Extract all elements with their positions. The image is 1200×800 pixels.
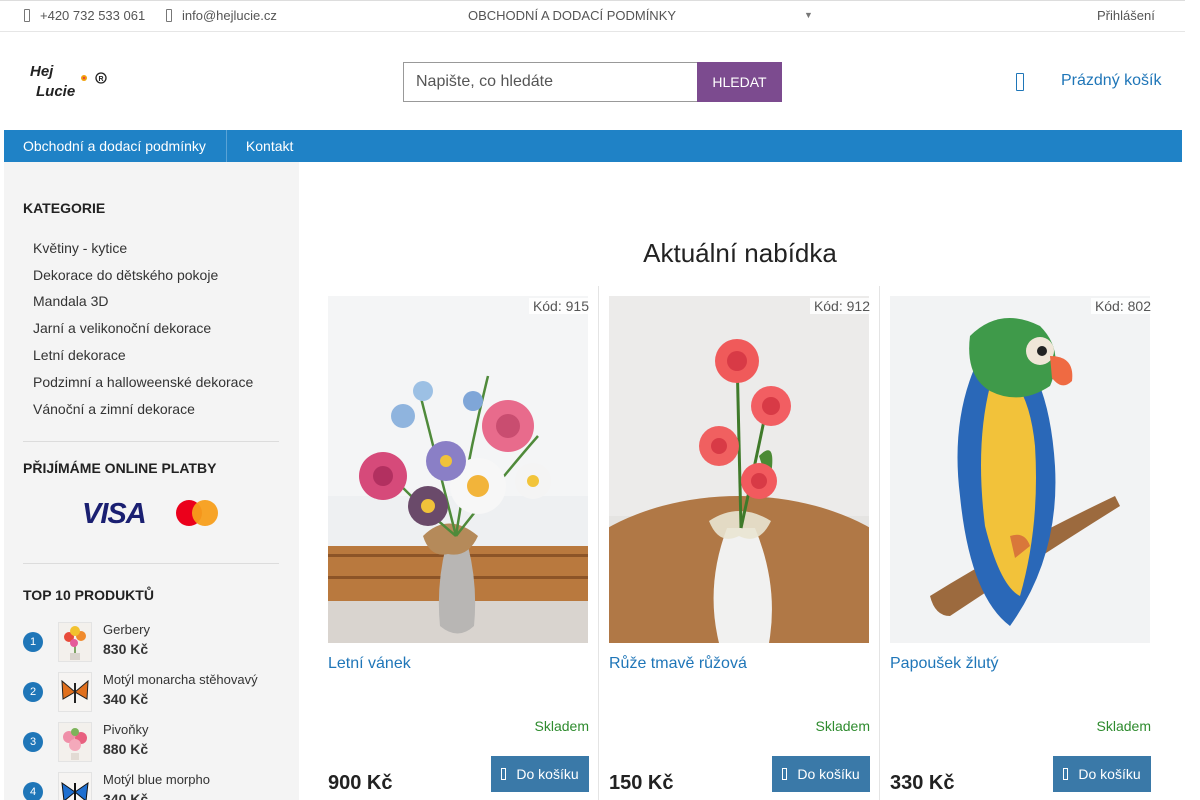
nav-item-terms[interactable]: Obchodní a dodací podmínky <box>4 130 226 162</box>
product-image[interactable] <box>328 296 588 643</box>
product-card: Kód: 915 Letní vánek Skladem 900 Kč Do k… <box>328 296 589 800</box>
category-item[interactable]: Dekorace do dětského pokoje <box>33 267 218 283</box>
product-title[interactable]: Růže tmavě růžová <box>609 655 747 673</box>
phone-link[interactable]: +420 732 533 061 <box>24 8 145 23</box>
chevron-down-icon[interactable]: ▼ <box>804 10 813 20</box>
nav-item-contact[interactable]: Kontakt <box>225 130 313 162</box>
product-thumbnail[interactable] <box>58 722 92 762</box>
rank-badge: 3 <box>23 732 43 752</box>
product-name[interactable]: Motýl monarcha stěhovavý <box>103 672 258 687</box>
mastercard-logo <box>176 500 218 526</box>
product-thumbnail[interactable] <box>58 672 92 712</box>
email-icon <box>166 9 172 22</box>
rank-badge: 4 <box>23 782 43 800</box>
phone-number: +420 732 533 061 <box>40 8 146 23</box>
product-thumbnail[interactable] <box>58 622 92 662</box>
product-name[interactable]: Gerbery <box>103 622 150 637</box>
stock-status: Skladem <box>1096 718 1151 734</box>
product-price: 880 Kč <box>103 741 149 757</box>
visa-logo: VISA <box>82 498 147 530</box>
login-link[interactable]: Přihlášení <box>1097 8 1155 23</box>
cart-icon <box>501 768 507 780</box>
add-to-cart-button[interactable]: Do košíku <box>491 756 589 792</box>
main-nav: Obchodní a dodací podmínky Kontakt <box>4 130 1182 162</box>
cart-link[interactable]: Prázdný košík <box>1061 72 1161 90</box>
column-divider <box>598 286 599 800</box>
top-product-item[interactable]: 3 Pivoňky 880 Kč <box>23 722 283 762</box>
product-thumbnail[interactable] <box>58 772 92 800</box>
stock-status: Skladem <box>815 718 870 734</box>
add-to-cart-label: Do košíku <box>797 766 860 782</box>
product-image[interactable] <box>890 296 1150 643</box>
search-button[interactable]: HLEDAT <box>697 62 782 102</box>
product-price: 340 Kč <box>103 791 149 800</box>
cart-icon <box>782 768 788 780</box>
email-link[interactable]: info@hejlucie.cz <box>166 8 277 23</box>
product-code: Kód: 912 <box>809 298 870 314</box>
top-product-item[interactable]: 4 Motýl blue morpho 340 Kč <box>23 772 283 800</box>
add-to-cart-label: Do košíku <box>1078 766 1141 782</box>
add-to-cart-label: Do košíku <box>516 766 579 782</box>
add-to-cart-button[interactable]: Do košíku <box>1053 756 1151 792</box>
sidebar: KATEGORIE Květiny - kytice Dekorace do d… <box>4 162 299 800</box>
category-item[interactable]: Vánoční a zimní dekorace <box>33 401 195 417</box>
category-item[interactable]: Květiny - kytice <box>33 240 127 256</box>
product-card: Kód: 912 Růže tmavě růžová Skladem 150 K… <box>609 296 870 800</box>
logo-text-2: Lucie <box>36 83 75 100</box>
terms-link[interactable]: OBCHODNÍ A DODACÍ PODMÍNKY <box>468 8 676 23</box>
product-price: 330 Kč <box>890 772 955 794</box>
product-code: Kód: 915 <box>528 298 589 314</box>
rank-badge: 1 <box>23 632 43 652</box>
category-item[interactable]: Letní dekorace <box>33 347 126 363</box>
categories-heading: KATEGORIE <box>23 200 106 216</box>
top-products-heading: TOP 10 PRODUKTŮ <box>23 587 154 603</box>
product-price: 830 Kč <box>103 641 149 657</box>
product-title[interactable]: Papoušek žlutý <box>890 655 999 673</box>
category-item[interactable]: Podzimní a halloweenské dekorace <box>33 374 253 390</box>
add-to-cart-button[interactable]: Do košíku <box>772 756 870 792</box>
site-logo[interactable]: Hej Lucie R <box>30 58 110 102</box>
sidebar-divider <box>23 563 279 564</box>
product-price: 340 Kč <box>103 691 149 707</box>
logo-text-1: Hej <box>30 63 54 80</box>
search-input[interactable] <box>403 62 697 102</box>
product-name[interactable]: Pivoňky <box>103 722 149 737</box>
product-name[interactable]: Motýl blue morpho <box>103 772 210 787</box>
product-card: Kód: 802 Papoušek žlutý Skladem 330 Kč D… <box>890 296 1151 800</box>
product-code: Kód: 802 <box>1090 298 1151 314</box>
column-divider <box>879 286 880 800</box>
cart-icon[interactable] <box>1016 73 1024 91</box>
phone-icon <box>24 9 30 22</box>
category-item[interactable]: Jarní a velikonoční dekorace <box>33 320 211 336</box>
product-image[interactable] <box>609 296 869 643</box>
product-title[interactable]: Letní vánek <box>328 655 411 673</box>
rank-badge: 2 <box>23 682 43 702</box>
page-title: Aktuální nabídka <box>643 238 837 268</box>
cart-icon <box>1063 768 1069 780</box>
top-product-item[interactable]: 2 Motýl monarcha stěhovavý 340 Kč <box>23 672 283 712</box>
product-price: 900 Kč <box>328 772 393 794</box>
email-address: info@hejlucie.cz <box>182 8 277 23</box>
search-form: HLEDAT <box>403 62 782 102</box>
stock-status: Skladem <box>534 718 589 734</box>
payments-heading: PŘIJÍMÁME ONLINE PLATBY <box>23 460 217 476</box>
sidebar-divider <box>23 441 279 442</box>
category-item[interactable]: Mandala 3D <box>33 293 109 309</box>
svg-text:R: R <box>99 76 104 83</box>
product-price: 150 Kč <box>609 772 674 794</box>
top-bar: +420 732 533 061 info@hejlucie.cz OBCHOD… <box>0 0 1185 32</box>
top-product-item[interactable]: 1 Gerbery 830 Kč <box>23 622 283 662</box>
